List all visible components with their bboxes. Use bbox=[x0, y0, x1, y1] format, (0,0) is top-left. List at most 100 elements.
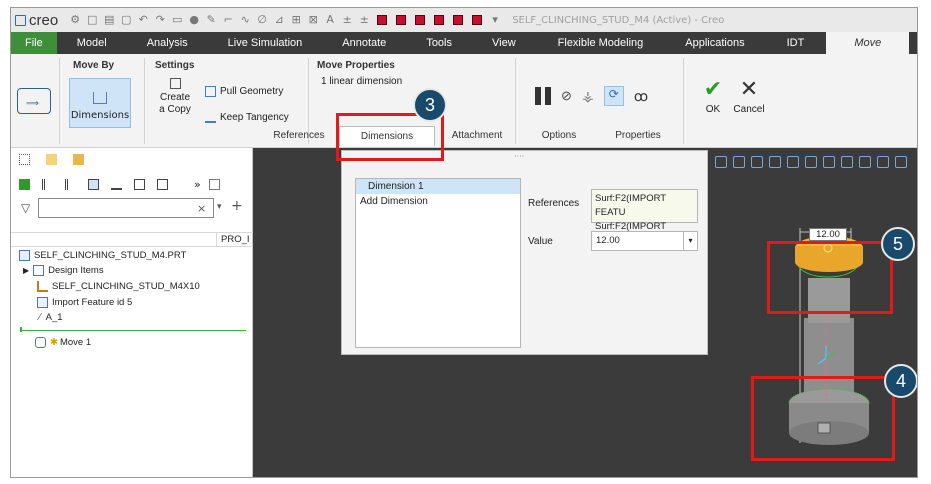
tab-idt[interactable]: IDT bbox=[765, 32, 827, 54]
plane-icon[interactable]: ⊞ bbox=[289, 14, 303, 26]
tree-filter-input[interactable] bbox=[38, 198, 214, 218]
tree-item-csys[interactable]: SELF_CLINCHING_STUD_M4X10 bbox=[37, 281, 200, 292]
glasses-icon[interactable]: ꝏ bbox=[634, 88, 648, 105]
pause-icon[interactable] bbox=[535, 87, 541, 105]
show-icon[interactable] bbox=[19, 179, 30, 190]
plus-minus-icon[interactable]: ± bbox=[340, 14, 354, 26]
axis-icon: ∕ bbox=[39, 312, 41, 323]
section-icon[interactable] bbox=[841, 156, 853, 168]
tab-file[interactable]: File bbox=[11, 32, 57, 54]
tab-model[interactable]: Model bbox=[57, 32, 127, 54]
tab-applications[interactable]: Applications bbox=[665, 32, 764, 54]
create-copy-button[interactable]: Create a Copy bbox=[157, 78, 193, 116]
cancel-button[interactable]: ✕ Cancel bbox=[729, 78, 769, 116]
preview-icon[interactable]: ⚶ bbox=[582, 88, 594, 105]
new-icon[interactable]: □ bbox=[85, 14, 99, 26]
columns-icon[interactable] bbox=[88, 179, 99, 190]
tab-live-simulation[interactable]: Live Simulation bbox=[208, 32, 323, 54]
verify-icon[interactable]: ⟳ bbox=[603, 86, 624, 106]
color-3-icon[interactable] bbox=[415, 15, 426, 25]
undo-icon[interactable]: ↶ bbox=[136, 14, 150, 26]
window-icon[interactable]: ▭ bbox=[170, 14, 184, 26]
ok-button[interactable]: ✔ OK bbox=[701, 78, 725, 116]
more-icon[interactable]: » bbox=[194, 178, 201, 191]
tree-item-move[interactable]: ✱ Move 1 bbox=[35, 337, 91, 348]
tab-view[interactable]: View bbox=[472, 32, 536, 54]
table-icon[interactable] bbox=[157, 179, 168, 190]
regenerate-icon[interactable]: ⚙ bbox=[68, 14, 82, 26]
tolerance-icon[interactable]: ± bbox=[357, 14, 371, 26]
zoom-out-icon[interactable] bbox=[751, 156, 763, 168]
saved-views-icon[interactable] bbox=[805, 156, 817, 168]
annotation-icon[interactable]: A bbox=[323, 14, 337, 26]
refit-icon[interactable] bbox=[715, 156, 727, 168]
tab-tools[interactable]: Tools bbox=[406, 32, 472, 54]
filter-dropdown-icon[interactable]: ▾ bbox=[217, 202, 222, 212]
spin-center-icon[interactable] bbox=[877, 156, 889, 168]
datum-icon[interactable]: ⌐ bbox=[221, 14, 235, 26]
color-6-icon[interactable] bbox=[472, 15, 483, 25]
value-label: Value bbox=[528, 236, 553, 247]
dimension-label[interactable]: 12.00 bbox=[809, 228, 847, 241]
favorites-icon[interactable] bbox=[73, 154, 84, 165]
collapse-icon[interactable] bbox=[65, 179, 76, 190]
tab-annotate[interactable]: Annotate bbox=[322, 32, 406, 54]
references-field[interactable]: Surf:F2(IMPORT FEATU Surf:F2(IMPORT FEAT… bbox=[591, 189, 698, 246]
expand-arrow-icon[interactable]: ▶ bbox=[23, 266, 29, 275]
tree-column-header[interactable]: PRO_I bbox=[221, 234, 250, 245]
sketch-icon[interactable]: ✎ bbox=[204, 14, 218, 26]
tab-flexible-modeling[interactable]: Flexible Modeling bbox=[536, 32, 666, 54]
feature-icon[interactable]: ⟹ bbox=[17, 88, 51, 114]
subtab-options[interactable]: Options bbox=[519, 126, 599, 146]
pull-geometry-option[interactable]: Pull Geometry bbox=[205, 86, 283, 97]
orientation-icon[interactable] bbox=[823, 156, 835, 168]
add-filter-icon[interactable]: + bbox=[231, 198, 243, 214]
repaint-icon[interactable] bbox=[769, 156, 781, 168]
dimensions-button[interactable]: Dimensions bbox=[69, 78, 131, 128]
view-toolbar bbox=[709, 148, 917, 176]
panel-grip[interactable]: ···· bbox=[514, 152, 524, 161]
keep-tangency-option[interactable]: Keep Tangency bbox=[205, 112, 289, 123]
open-icon[interactable]: ▢ bbox=[119, 14, 133, 26]
color-5-icon[interactable] bbox=[453, 15, 464, 25]
settings-tree-icon[interactable] bbox=[134, 179, 145, 190]
axis-icon[interactable]: ∅ bbox=[255, 14, 269, 26]
tree-item-import-feature[interactable]: Import Feature id 5 bbox=[37, 297, 132, 308]
close-window-icon[interactable]: ⊠ bbox=[306, 14, 320, 26]
tree-item-design-items[interactable]: ▶ Design Items bbox=[23, 265, 104, 276]
list-item[interactable]: Add Dimension bbox=[356, 194, 520, 209]
sphere-icon[interactable]: ● bbox=[187, 14, 201, 26]
tree-item-axis[interactable]: ∕ A_1 bbox=[39, 312, 63, 323]
stop-icon[interactable]: ⊘ bbox=[561, 88, 572, 104]
page-icon[interactable] bbox=[208, 179, 220, 190]
clear-filter-icon[interactable]: × bbox=[197, 202, 206, 215]
list-item[interactable]: Dimension 1 bbox=[356, 179, 520, 194]
chevron-down-icon[interactable]: ▾ bbox=[683, 232, 697, 250]
more-dropdown-icon[interactable]: ▾ bbox=[488, 14, 502, 26]
model-tree-icon[interactable] bbox=[19, 154, 30, 165]
color-1-icon[interactable] bbox=[377, 15, 388, 25]
tree-panel-tabs bbox=[19, 154, 88, 165]
filter-tree-icon[interactable] bbox=[111, 179, 122, 190]
curve-icon[interactable]: ∿ bbox=[238, 14, 252, 26]
value-combobox[interactable]: 12.00 ▾ bbox=[591, 231, 698, 251]
insert-indicator[interactable] bbox=[21, 330, 246, 331]
datum-display-icon[interactable] bbox=[859, 156, 871, 168]
display-style-icon[interactable] bbox=[787, 156, 799, 168]
save-icon[interactable]: ▤ bbox=[102, 14, 116, 26]
subtab-references[interactable]: References bbox=[259, 126, 339, 146]
tab-move[interactable]: Move bbox=[826, 32, 910, 54]
folder-icon[interactable] bbox=[46, 154, 57, 165]
redo-icon[interactable]: ↷ bbox=[153, 14, 167, 26]
subtab-attachment[interactable]: Attachment bbox=[435, 126, 519, 146]
zoom-in-icon[interactable] bbox=[733, 156, 745, 168]
color-4-icon[interactable] bbox=[434, 15, 445, 25]
color-2-icon[interactable] bbox=[396, 15, 407, 25]
tree-item-part[interactable]: SELF_CLINCHING_STUD_M4.PRT bbox=[19, 250, 186, 261]
tab-analysis[interactable]: Analysis bbox=[127, 32, 208, 54]
annotation-display-icon[interactable] bbox=[895, 156, 907, 168]
subtab-properties[interactable]: Properties bbox=[599, 126, 677, 146]
csys-icon[interactable]: ⊿ bbox=[272, 14, 286, 26]
reference-item[interactable]: Surf:F2(IMPORT FEATU bbox=[595, 192, 694, 220]
expand-icon[interactable] bbox=[42, 179, 53, 190]
